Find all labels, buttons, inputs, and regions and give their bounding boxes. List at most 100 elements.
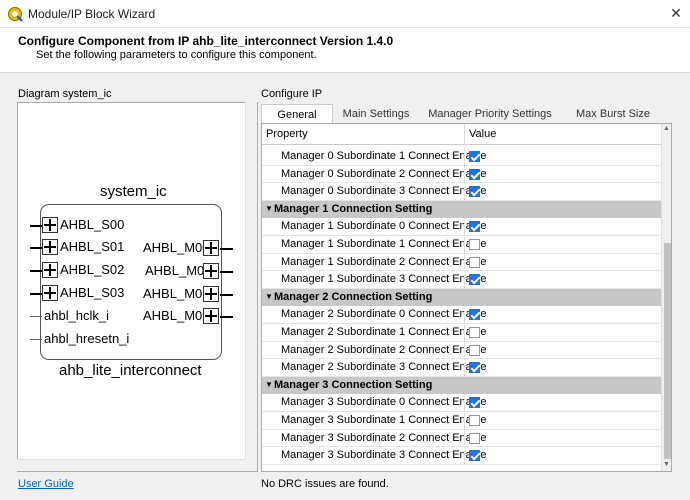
- port-label-s03: AHBL_S03: [60, 285, 125, 300]
- connect-enable-checkbox[interactable]: [469, 362, 480, 374]
- table-header: Property Value: [262, 124, 661, 145]
- connect-enable-checkbox[interactable]: [469, 221, 480, 233]
- tab-main-settings[interactable]: Main Settings: [337, 104, 415, 124]
- property-label: Manager 0 Subordinate 1 Connect Enable: [281, 150, 487, 162]
- property-label: Manager 3 Subordinate 3 Connect Enable: [281, 449, 487, 462]
- column-header-value[interactable]: Value: [469, 128, 496, 140]
- property-row[interactable]: Manager 3 Subordinate 0 Connect Enable: [262, 394, 661, 412]
- config-tabs: General Main Settings Manager Priority S…: [261, 104, 667, 140]
- column-divider: [464, 447, 465, 464]
- connect-enable-checkbox[interactable]: [469, 168, 480, 180]
- port-label-m02: AHBL_M02: [143, 286, 210, 301]
- property-row[interactable]: Manager 1 Subordinate 2 Connect Enable: [262, 253, 661, 272]
- property-row[interactable]: Manager 2 Subordinate 3 Connect Enable: [262, 359, 661, 377]
- property-row[interactable]: Manager 2 Subordinate 1 Connect Enable: [262, 324, 661, 342]
- property-row[interactable]: Manager 1 Subordinate 1 Connect Enable: [262, 236, 661, 254]
- bus-port-expand-icon[interactable]: [203, 308, 219, 324]
- connect-enable-checkbox[interactable]: [469, 432, 480, 444]
- property-label: Manager 2 Subordinate 2 Connect Enable: [281, 343, 487, 356]
- bus-port-expand-icon[interactable]: [203, 240, 219, 256]
- column-divider[interactable]: [464, 124, 465, 145]
- property-row[interactable]: Manager 1 Subordinate 3 Connect Enable: [262, 271, 661, 289]
- column-divider: [464, 218, 465, 235]
- property-label: Manager 1 Subordinate 0 Connect Enable: [281, 220, 487, 233]
- group-label: Manager 3 Connection Setting: [274, 378, 433, 391]
- collapse-arrow-icon[interactable]: ▼: [265, 204, 273, 213]
- scrollbar-thumb[interactable]: [664, 243, 671, 459]
- user-guide-link[interactable]: User Guide: [18, 478, 74, 490]
- property-row[interactable]: Manager 3 Subordinate 2 Connect Enable: [262, 429, 661, 448]
- port-label-m00: AHBL_M00: [143, 240, 210, 255]
- bus-port-expand-icon[interactable]: [42, 217, 58, 233]
- connect-enable-checkbox[interactable]: [469, 397, 480, 409]
- wizard-icon: [8, 7, 23, 22]
- property-row[interactable]: Manager 3 Subordinate 1 Connect Enable: [262, 412, 661, 430]
- property-label: Manager 1 Subordinate 2 Connect Enable: [281, 255, 487, 268]
- group-row[interactable]: ▼ Manager 1 Connection Setting: [262, 200, 661, 219]
- connect-enable-checkbox[interactable]: [469, 309, 480, 321]
- diagram-vertical-scrollbar[interactable]: [245, 102, 257, 459]
- scroll-up-arrow-icon[interactable]: ▲: [663, 125, 670, 132]
- column-divider: [464, 324, 465, 341]
- group-row[interactable]: ▼ Manager 3 Connection Setting: [262, 376, 661, 395]
- property-row[interactable]: Manager 2 Subordinate 0 Connect Enable: [262, 306, 661, 324]
- connect-enable-checkbox[interactable]: [469, 415, 480, 426]
- column-divider: [464, 306, 465, 323]
- tab-manager-priority-settings[interactable]: Manager Priority Settings: [421, 104, 559, 124]
- connect-enable-checkbox[interactable]: [469, 327, 480, 338]
- property-row[interactable]: Manager 0 Subordinate 3 Connect Enable: [262, 183, 661, 201]
- column-divider: [464, 183, 465, 200]
- port-pin: [30, 247, 42, 249]
- property-row[interactable]: Manager 1 Subordinate 0 Connect Enable: [262, 218, 661, 236]
- column-divider: [464, 236, 465, 253]
- wizard-header: Configure Component from IP ahb_lite_int…: [0, 28, 690, 73]
- property-row[interactable]: Manager 0 Subordinate 1 Connect Enable: [262, 148, 661, 166]
- table-vertical-scrollbar[interactable]: ▲ ▼: [661, 124, 671, 471]
- page-subtitle: Set the following parameters to configur…: [36, 49, 317, 61]
- connect-enable-checkbox[interactable]: [469, 151, 480, 162]
- collapse-arrow-icon[interactable]: ▼: [265, 380, 273, 389]
- property-label: Manager 2 Subordinate 1 Connect Enable: [281, 326, 487, 338]
- property-row[interactable]: Manager 3 Subordinate 3 Connect Enable: [262, 447, 661, 465]
- column-divider: [464, 341, 465, 359]
- connect-enable-checkbox[interactable]: [469, 344, 480, 356]
- column-divider: [464, 412, 465, 429]
- scroll-corner: [245, 459, 257, 471]
- port-pin: [30, 339, 42, 340]
- block-module-name: ahb_lite_interconnect: [59, 362, 202, 379]
- configure-ip-label: Configure IP: [261, 88, 323, 100]
- bus-port-expand-icon[interactable]: [203, 286, 219, 302]
- connect-enable-checkbox[interactable]: [469, 239, 480, 250]
- property-row[interactable]: Manager 0 Subordinate 2 Connect Enable: [262, 165, 661, 184]
- connect-enable-checkbox[interactable]: [469, 450, 480, 462]
- connect-enable-checkbox[interactable]: [469, 274, 480, 286]
- connect-enable-checkbox[interactable]: [469, 256, 480, 268]
- column-header-property[interactable]: Property: [266, 128, 308, 140]
- tab-max-burst-size-settings[interactable]: Max Burst Size Settings: [559, 104, 667, 140]
- port-pin: [220, 271, 233, 273]
- property-label: Manager 3 Subordinate 1 Connect Enable: [281, 414, 487, 426]
- property-label: Manager 3 Subordinate 2 Connect Enable: [281, 431, 487, 444]
- bus-port-expand-icon[interactable]: [42, 262, 58, 278]
- column-divider: [464, 429, 465, 447]
- bus-port-expand-icon[interactable]: [42, 285, 58, 301]
- diagram-horizontal-scrollbar[interactable]: [17, 459, 246, 471]
- bus-port-expand-icon[interactable]: [42, 239, 58, 255]
- property-row[interactable]: Manager 2 Subordinate 2 Connect Enable: [262, 341, 661, 360]
- scroll-down-arrow-icon[interactable]: ▼: [663, 461, 670, 468]
- tab-general[interactable]: General: [261, 104, 333, 124]
- block-instance-name: system_ic: [100, 183, 167, 200]
- port-pin: [220, 248, 233, 250]
- connect-enable-checkbox[interactable]: [469, 186, 480, 198]
- property-label: Manager 0 Subordinate 2 Connect Enable: [281, 167, 487, 180]
- column-divider: [464, 359, 465, 376]
- close-button[interactable]: ✕: [662, 0, 690, 27]
- column-divider: [464, 148, 465, 165]
- bus-port-expand-icon[interactable]: [203, 263, 219, 279]
- drc-status: No DRC issues are found.: [261, 478, 389, 490]
- port-label-hclk: ahbl_hclk_i: [44, 308, 110, 323]
- collapse-arrow-icon[interactable]: ▼: [265, 292, 273, 301]
- property-label: Manager 2 Subordinate 3 Connect Enable: [281, 361, 487, 374]
- group-row[interactable]: ▼ Manager 2 Connection Setting: [262, 288, 661, 307]
- property-table: Property Value Manager 0 Subordinate 1 C…: [261, 123, 672, 472]
